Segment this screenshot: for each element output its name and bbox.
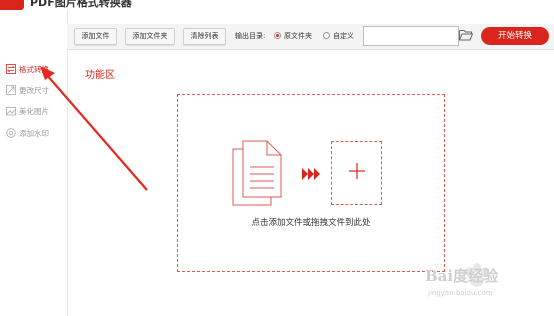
add-folder-button[interactable]: 添加文件夹 [125, 28, 175, 45]
sidebar: 格式转换 更改尺寸 美化图片 添加水印 [0, 10, 68, 316]
sidebar-item-label: 更改尺寸 [19, 85, 49, 95]
toolbar: 添加文件 添加文件夹 清除列表 输出目录: 原文件夹 自定义 开始转换 [67, 24, 554, 50]
document-icon [232, 140, 282, 206]
radio-custom[interactable] [323, 32, 330, 39]
convert-icon [6, 64, 16, 74]
drop-hint-text: 点击添加文件或拖拽文件到此处 [251, 218, 371, 228]
watermark-text: Bai度经验 [425, 267, 499, 285]
sidebar-item-resize[interactable]: 更改尺寸 [6, 83, 49, 97]
section-title: 功能区 [85, 70, 115, 81]
triple-arrow-icon [302, 168, 320, 180]
watermark-icon [6, 128, 16, 138]
sidebar-item-label: 添加水印 [19, 128, 49, 138]
radio-source-folder-label[interactable]: 原文件夹 [284, 31, 312, 41]
app-logo-icon [0, 0, 24, 10]
folder-open-icon[interactable] [459, 29, 473, 41]
sidebar-item-label: 格式转换 [19, 64, 49, 74]
sidebar-item-beautify[interactable]: 美化图片 [6, 104, 49, 118]
sidebar-item-watermark[interactable]: 添加水印 [6, 126, 49, 140]
sidebar-item-label: 美化图片 [19, 106, 49, 116]
radio-source-folder[interactable] [274, 32, 281, 39]
title-bar: PDF图片格式转换器 [0, 0, 554, 10]
beautify-icon [6, 107, 16, 116]
sidebar-item-format-convert[interactable]: 格式转换 [6, 62, 49, 76]
watermark-url: jingyan.baidu.com [428, 289, 493, 297]
radio-custom-label[interactable]: 自定义 [333, 31, 354, 41]
add-file-button[interactable]: 添加文件 [74, 28, 117, 45]
clear-list-button[interactable]: 清除列表 [183, 28, 226, 45]
output-dir-label: 输出目录: [235, 32, 266, 40]
plus-icon[interactable] [349, 163, 365, 179]
start-convert-button[interactable]: 开始转换 [481, 27, 549, 45]
output-path-input[interactable] [363, 26, 459, 46]
drop-zone[interactable] [177, 94, 445, 272]
app-title: PDF图片格式转换器 [30, 0, 132, 9]
resize-icon [6, 85, 16, 95]
